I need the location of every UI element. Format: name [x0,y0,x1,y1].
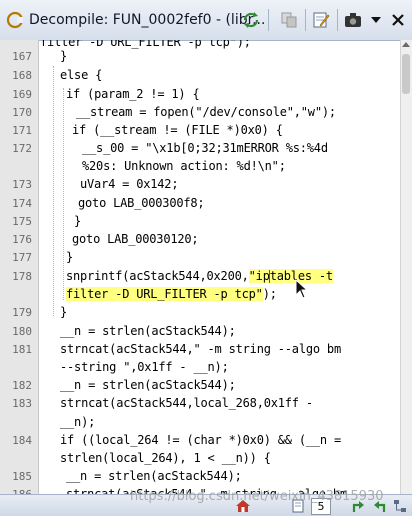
code-text: %20s: Unknown action: %d!\n"; [82,159,286,173]
code-text: --string ",0x1ff - __n); [60,360,229,374]
decompiler-code-view[interactable]: filter -D URL_FILTER -p tcp"); 167} 168 els… [0,40,412,494]
line-number: 173 [12,178,32,191]
line-number: 185 [12,470,32,483]
code-text: } [74,214,82,228]
title-bar: Decompile: FUN_0002fef0 - (libr... [0,0,412,41]
line-number: 181 [12,343,32,356]
line-number: 184 [12,434,32,447]
code-text: __n = strlen(acStack544); [60,324,236,338]
code-text: strlen(local_264), 1 < __n)) { [60,451,271,465]
copy-button[interactable] [278,9,300,31]
code-text: strncat(acStack544,local_268,0x1ff - [60,396,313,410]
code-line[interactable]: 167} [0,48,400,66]
code-line[interactable]: 185 __n = strlen(acStack544); [0,468,400,486]
line-number: 183 [12,397,32,410]
line-number: 172 [12,142,32,155]
code-text: } [60,305,68,319]
scroll-thumb[interactable] [402,54,410,94]
code-text: } [66,250,74,264]
code-line[interactable]: 172 __s_00 = "\x1b[0;32;31mERROR %s:%4d [0,140,400,158]
snapshot-button[interactable] [342,9,364,31]
code-line[interactable]: __n); [0,414,400,432]
highlighted-string: filter -D URL_FILTER -p tcp" [66,287,263,301]
code-text: __stream = fopen("/dev/console","w"); [76,105,336,119]
vertical-scrollbar[interactable] [400,40,412,494]
code-line[interactable]: 183 strncat(acStack544,local_268,0x1ff - [0,395,400,413]
highlighted-string: "ip [248,269,270,283]
line-number: 179 [12,306,32,319]
code-text: uVar4 = 0x142; [80,177,179,191]
line-number: 180 [12,325,32,338]
line-number: 175 [12,215,32,228]
line-number: 167 [12,50,32,63]
code-text: __s_00 = "\x1b[0;32;31mERROR %s:%4d [82,141,328,155]
code-text: __n); [60,415,96,429]
code-line[interactable]: 181 strncat(acStack544," -m string --algo… [0,341,400,359]
line-number: 171 [12,124,32,137]
line-number: 177 [12,251,32,264]
code-line[interactable]: 184 if ((local_264 != (char *)0x0) && (__… [0,432,400,450]
tree-view-icon[interactable] [392,498,408,514]
code-line[interactable]: --string ",0x1ff - __n); [0,359,400,377]
code-line[interactable]: 178 snprintf(acStack544,0x200,"iptables -… [0,268,400,286]
code-line[interactable]: 177} [0,249,400,267]
snapshot-icon [345,13,361,27]
line-number: 176 [12,233,32,246]
code-text: strncat(acStack544," -m string --algo bm [60,342,341,356]
line-number: 170 [12,106,32,119]
line-number: 169 [12,88,32,101]
code-text: goto LAB_000300f8; [78,196,205,210]
code-line[interactable]: %20s: Unknown action: %d!\n"; [0,158,400,176]
decompiler-window: Decompile: FUN_0002fef0 - (libr... filte… [0,0,412,516]
menu-chevron-icon [371,17,381,23]
code-text: if ((local_264 != (char *)0x0) && (__n = [60,433,341,447]
code-text: else { [60,68,103,82]
code-line[interactable]: 168 else { [0,67,400,85]
code-text: if (__stream != (FILE *)0x0) { [72,123,283,137]
code-line[interactable]: filter -D URL_FILTER -p tcp"); [0,286,400,304]
edit-signature-button[interactable] [310,9,332,31]
code-line[interactable]: 175} [0,213,400,231]
code-line[interactable]: 171 if (__stream != (FILE *)0x0) { [0,122,400,140]
code-line[interactable]: 180 __n = strlen(acStack544); [0,323,400,341]
code-text: filter -D URL_FILTER -p tcp"); [66,287,277,301]
code-line[interactable]: 169 if (param_2 != 1) { [0,86,400,104]
window-title: Decompile: FUN_0002fef0 - (libr... [29,12,266,28]
code-text: __n = strlen(acStack544); [66,469,242,483]
mouse-pointer-icon [295,279,309,299]
decompile-c-icon [6,11,24,29]
copy-icon [281,12,297,28]
line-number: 178 [12,270,32,283]
code-text-plain: ); [262,287,277,301]
code-text: goto LAB_00030120; [72,232,199,246]
refresh-icon [243,12,259,28]
line-number: 174 [12,197,32,210]
close-button[interactable] [387,9,409,31]
code-text: snprintf(acStack544,0x200,"iptables -t [66,269,333,283]
code-line[interactable]: 179} [0,304,400,322]
code-line[interactable]: 182 __n = strlen(acStack544); [0,377,400,395]
edit-icon [313,12,330,28]
code-line[interactable]: strlen(local_264), 1 < __n)) { [0,450,400,468]
scroll-up-arrow-icon[interactable] [402,42,410,47]
code-text-plain: snprintf(acStack544,0x200, [66,269,249,283]
line-number: 182 [12,379,32,392]
watermark: https://blog.csdn.net/weixin_43815930 [130,489,384,504]
code-text: __n = strlen(acStack544); [60,378,236,392]
code-line[interactable]: 173 uVar4 = 0x142; [0,176,400,194]
refresh-button[interactable] [240,9,262,31]
code-line[interactable]: 170 __stream = fopen("/dev/console","w"); [0,104,400,122]
close-icon [392,14,404,26]
code-text: if (param_2 != 1) { [66,87,200,101]
code-line[interactable]: 174 goto LAB_000300f8; [0,195,400,213]
code-line[interactable]: 176 goto LAB_00030120; [0,231,400,249]
view-menu-button[interactable] [365,9,387,31]
line-number: 168 [12,69,32,82]
code-text: } [60,49,68,63]
